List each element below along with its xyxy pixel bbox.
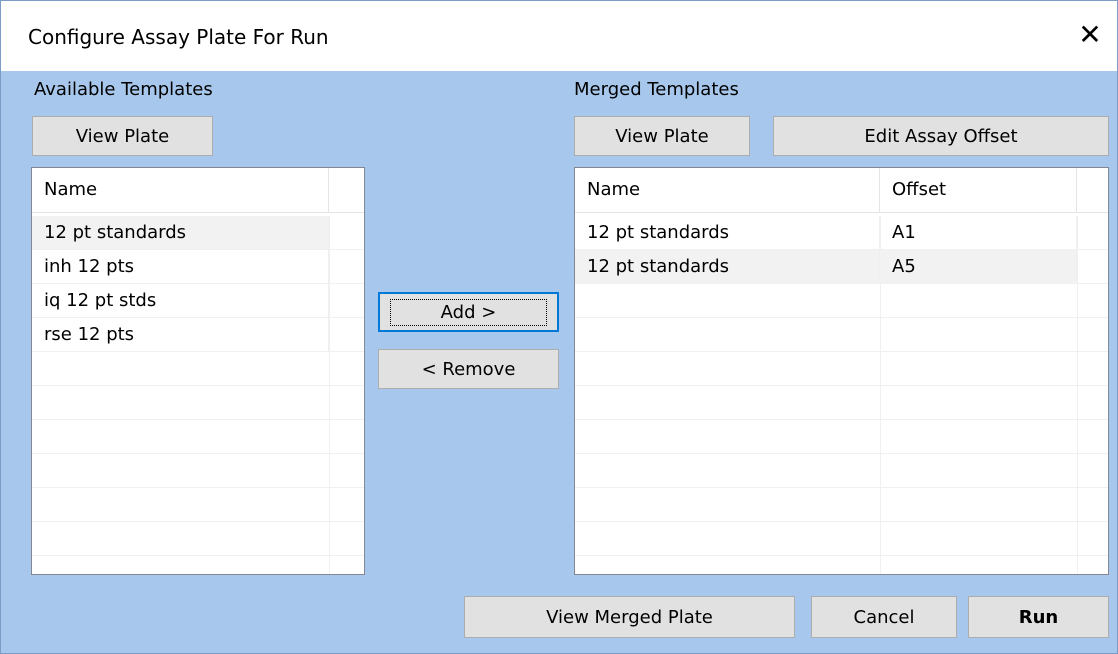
- merged-templates-list[interactable]: Name Offset 12 pt standards A1 12 pt sta…: [574, 167, 1109, 575]
- add-button-label: Add >: [389, 298, 548, 326]
- cancel-button[interactable]: Cancel: [811, 596, 957, 638]
- edit-assay-offset-button[interactable]: Edit Assay Offset: [773, 116, 1109, 156]
- merged-row-name: 12 pt standards: [575, 216, 880, 249]
- empty-row: [32, 454, 364, 488]
- available-rows: 12 pt standards inh 12 pts iq 12 pt stds…: [32, 216, 364, 574]
- empty-row: [575, 522, 1108, 556]
- empty-row: [575, 352, 1108, 386]
- available-list-header: Name: [32, 168, 364, 213]
- empty-row: [575, 386, 1108, 420]
- edit-assay-offset-label: Edit Assay Offset: [864, 125, 1018, 147]
- empty-row: [32, 420, 364, 454]
- empty-row: [32, 386, 364, 420]
- empty-row: [32, 352, 364, 386]
- remove-button-label: < Remove: [421, 358, 516, 380]
- title-bar: Configure Assay Plate For Run ✕: [1, 1, 1117, 71]
- available-item-name: iq 12 pt stds: [32, 284, 329, 317]
- merged-offset-column-header[interactable]: Offset: [880, 168, 1077, 212]
- available-templates-label: Available Templates: [34, 79, 213, 100]
- merged-rows: 12 pt standards A1 12 pt standards A5: [575, 216, 1108, 574]
- run-button-label: Run: [1018, 606, 1059, 628]
- view-merged-plate-button[interactable]: View Merged Plate: [464, 596, 795, 638]
- available-view-plate-button[interactable]: View Plate: [32, 116, 213, 156]
- merged-row-offset: A5: [880, 250, 1077, 283]
- list-item[interactable]: inh 12 pts: [32, 250, 364, 284]
- empty-row: [575, 318, 1108, 352]
- available-view-plate-label: View Plate: [75, 125, 170, 147]
- empty-row: [575, 284, 1108, 318]
- remove-button[interactable]: < Remove: [378, 349, 559, 389]
- table-row[interactable]: 12 pt standards A1: [575, 216, 1108, 250]
- available-templates-list[interactable]: Name 12 pt standards inh 12 pts iq 12 pt…: [31, 167, 365, 575]
- close-icon[interactable]: ✕: [1073, 17, 1107, 51]
- available-item-name: 12 pt standards: [32, 216, 329, 249]
- empty-row: [32, 488, 364, 522]
- merged-view-plate-button[interactable]: View Plate: [574, 116, 750, 156]
- available-item-name: inh 12 pts: [32, 250, 329, 283]
- merged-templates-label: Merged Templates: [574, 79, 739, 100]
- empty-row: [32, 522, 364, 556]
- available-item-name: rse 12 pts: [32, 318, 329, 351]
- empty-row: [575, 454, 1108, 488]
- merged-list-header: Name Offset: [575, 168, 1108, 213]
- cancel-button-label: Cancel: [853, 606, 915, 628]
- empty-row: [575, 556, 1108, 574]
- empty-row: [32, 556, 364, 574]
- list-item[interactable]: rse 12 pts: [32, 318, 364, 352]
- merged-name-column-header[interactable]: Name: [575, 168, 880, 212]
- view-merged-plate-label: View Merged Plate: [546, 606, 713, 628]
- run-button[interactable]: Run: [968, 596, 1109, 638]
- dialog-window: Configure Assay Plate For Run ✕ Availabl…: [0, 0, 1118, 654]
- list-item[interactable]: 12 pt standards: [32, 216, 364, 250]
- add-button[interactable]: Add >: [378, 292, 559, 332]
- table-row[interactable]: 12 pt standards A5: [575, 250, 1108, 284]
- merged-row-offset: A1: [880, 216, 1077, 249]
- list-item[interactable]: iq 12 pt stds: [32, 284, 364, 318]
- available-name-column-header[interactable]: Name: [32, 168, 329, 212]
- empty-row: [575, 420, 1108, 454]
- merged-view-plate-label: View Plate: [615, 125, 709, 147]
- empty-row: [575, 488, 1108, 522]
- merged-row-name: 12 pt standards: [575, 250, 880, 283]
- window-title: Configure Assay Plate For Run: [28, 25, 329, 49]
